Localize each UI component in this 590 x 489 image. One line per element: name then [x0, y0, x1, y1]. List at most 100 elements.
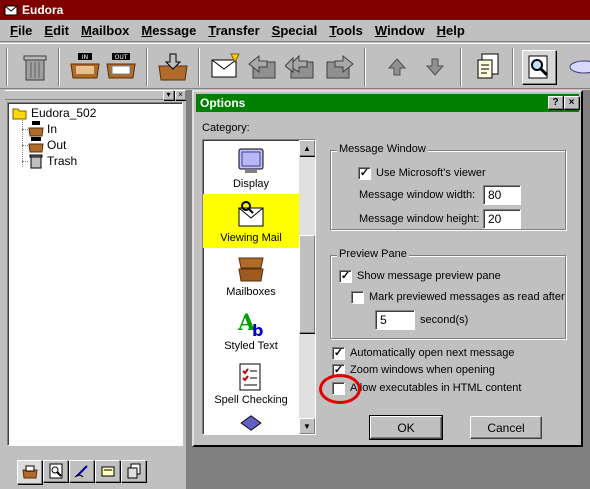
spell-check-icon — [239, 363, 261, 391]
toolbar-grip — [6, 48, 8, 86]
trash-icon — [29, 154, 43, 169]
zoom-label: Zoom windows when opening — [350, 364, 495, 376]
group-title: Message Window — [337, 143, 428, 155]
menubar: File Edit Mailbox Message Transfer Speci… — [0, 20, 590, 42]
height-input[interactable]: 20 — [483, 209, 521, 229]
menu-window[interactable]: Window — [369, 23, 431, 38]
app-titlebar: Eudora — [0, 0, 590, 20]
close-button[interactable]: × — [564, 96, 579, 109]
folder-open-icon — [12, 108, 27, 120]
category-viewing-mail[interactable]: Viewing Mail — [203, 194, 299, 248]
tree-item-out[interactable]: Out — [28, 137, 66, 153]
height-label: Message window height: — [359, 213, 480, 225]
toolbar: IN OUT — [0, 43, 590, 89]
mark-read-checkbox[interactable] — [351, 291, 364, 304]
new-message-icon[interactable] — [208, 50, 242, 84]
files-tab-icon — [127, 463, 140, 479]
mailbox-pane: ▾ × Eudora_502 In Out Trash — [5, 90, 186, 488]
search-tab-icon — [49, 463, 62, 479]
toolbar-separator — [198, 48, 200, 86]
reply-all-icon[interactable] — [284, 50, 318, 84]
seconds-input[interactable]: 5 — [375, 310, 415, 330]
menu-tools[interactable]: Tools — [323, 23, 369, 38]
tab-mailboxes[interactable] — [17, 460, 42, 484]
category-label-text: Mailboxes — [226, 286, 276, 298]
category-display[interactable]: Display — [203, 140, 299, 194]
outbox-icon[interactable]: OUT — [104, 50, 138, 84]
category-spell-checking[interactable]: Spell Checking — [203, 356, 299, 410]
mark-read-label: Mark previewed messages as read after — [369, 291, 565, 303]
tab-signatures[interactable] — [69, 460, 94, 482]
pane-minimize-icon[interactable]: ▾ — [163, 90, 174, 100]
width-label: Message window width: — [359, 189, 476, 201]
viewing-mail-icon — [238, 201, 264, 227]
help-button[interactable]: ? — [548, 96, 563, 109]
svg-text:IN: IN — [82, 54, 88, 61]
eudora-logo-icon — [4, 5, 18, 16]
tree-line — [22, 117, 23, 167]
attach-icon[interactable] — [472, 50, 506, 84]
category-label-text: Display — [232, 178, 270, 190]
dialog-titlebar[interactable]: Options ? × — [196, 94, 579, 112]
ok-button[interactable]: OK — [369, 415, 443, 440]
tree-item-root[interactable]: Eudora_502 — [12, 105, 96, 121]
allow-exec-label: Allow executables in HTML content — [350, 382, 522, 394]
find-icon[interactable] — [522, 50, 556, 84]
mailbox-tree: Eudora_502 In Out Trash — [7, 102, 183, 446]
tree-item-label: Eudora_502 — [31, 106, 97, 120]
menu-special[interactable]: Special — [266, 23, 324, 38]
tab-nicknames[interactable] — [121, 460, 146, 482]
menu-help[interactable]: Help — [431, 23, 471, 38]
toolbar-separator — [146, 48, 148, 86]
trash-icon[interactable] — [18, 50, 52, 84]
pane-close-icon[interactable]: × — [175, 90, 186, 100]
menu-message[interactable]: Message — [135, 23, 202, 38]
group-title: Preview Pane — [337, 248, 409, 260]
menu-file[interactable]: File — [4, 23, 38, 38]
tree-item-label: Trash — [47, 154, 78, 168]
dialog-title: Options — [200, 96, 246, 110]
display-icon — [238, 148, 264, 173]
scroll-thumb[interactable] — [299, 235, 315, 333]
highlight-circle — [319, 374, 361, 404]
category-mailboxes[interactable]: Mailboxes — [203, 248, 299, 302]
show-preview-checkbox[interactable]: ✓ — [339, 270, 352, 283]
previous-icon[interactable] — [380, 50, 414, 84]
scroll-down-icon[interactable]: ▼ — [299, 418, 315, 434]
toolbar-separator — [460, 48, 462, 86]
width-input[interactable]: 80 — [483, 185, 521, 205]
use-viewer-checkbox[interactable]: ✓ — [358, 167, 371, 180]
tree-item-trash[interactable]: Trash — [28, 153, 77, 169]
menu-mailbox[interactable]: Mailbox — [75, 23, 135, 38]
toolbar-separator — [58, 48, 60, 86]
mailbox-pane-header[interactable]: ▾ × — [5, 90, 186, 100]
toolbar-separator — [512, 48, 514, 86]
menu-transfer[interactable]: Transfer — [202, 23, 265, 38]
options-icon[interactable] — [566, 50, 590, 84]
inbox-icon[interactable]: IN — [68, 50, 102, 84]
auto-open-checkbox[interactable]: ✓ — [332, 347, 345, 360]
tab-stationery[interactable] — [95, 460, 120, 482]
toolbar-separator — [364, 48, 366, 86]
cancel-button[interactable]: Cancel — [470, 416, 542, 439]
category-list: Display Viewing Mail Mailboxes Ab Styled… — [202, 139, 316, 435]
book-icon — [240, 415, 262, 431]
tree-item-in[interactable]: In — [28, 121, 57, 137]
category-next-partial[interactable] — [203, 410, 299, 434]
outbox-icon — [28, 137, 44, 153]
category-scrollbar[interactable]: ▲ ▼ — [299, 140, 315, 434]
menu-edit[interactable]: Edit — [38, 23, 75, 38]
reply-icon[interactable] — [246, 50, 280, 84]
scroll-up-icon[interactable]: ▲ — [299, 140, 315, 156]
mailboxes-icon — [238, 257, 264, 282]
next-icon[interactable] — [418, 50, 452, 84]
options-dialog: Options ? × Category: Display Viewing Ma… — [192, 90, 583, 447]
tab-filters[interactable] — [43, 460, 68, 482]
category-label-text: Viewing Mail — [220, 232, 282, 244]
tree-item-label: In — [47, 122, 58, 136]
stationery-tab-icon — [101, 466, 114, 477]
category-styled-text[interactable]: Ab Styled Text — [203, 302, 299, 356]
forward-icon[interactable] — [322, 50, 356, 84]
pane-tabs — [17, 460, 147, 484]
check-mail-icon[interactable] — [156, 50, 190, 84]
